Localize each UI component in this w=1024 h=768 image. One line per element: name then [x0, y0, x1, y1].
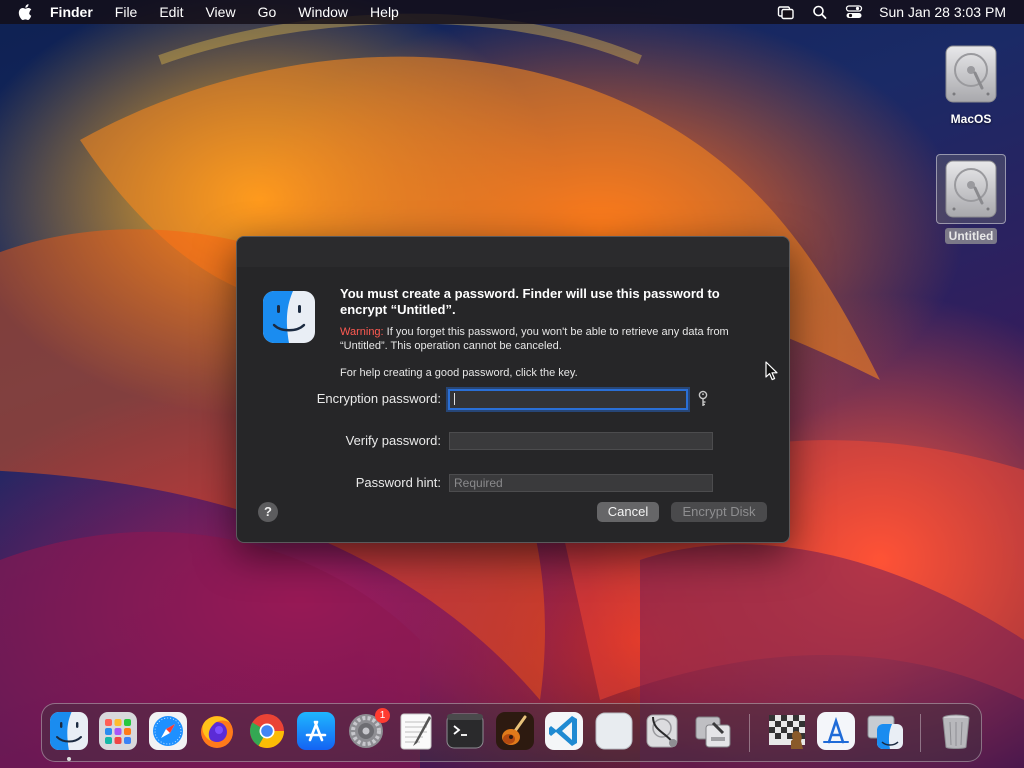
- warning-label: Warning:: [340, 326, 384, 338]
- boot-camp-icon: [695, 716, 731, 748]
- mouse-pointer-icon: [765, 361, 778, 381]
- encrypt-disk-button[interactable]: Encrypt Disk: [671, 502, 767, 522]
- dock-trash[interactable]: [936, 711, 976, 751]
- disk-utility-icon: [646, 714, 678, 748]
- help-button[interactable]: ?: [258, 502, 278, 522]
- dock-separator: [920, 714, 921, 752]
- chrome-icon: [250, 714, 284, 748]
- menu-app-finder[interactable]: Finder: [50, 4, 93, 20]
- desktop-icon-label: Untitled: [944, 228, 998, 244]
- xcode-instruments-icon: [817, 712, 855, 750]
- running-indicator: [67, 757, 71, 761]
- firefox-icon: [201, 716, 233, 748]
- notification-badge: 1: [375, 708, 390, 723]
- menu-go[interactable]: Go: [258, 4, 277, 20]
- verify-password-label: Verify password:: [345, 433, 441, 448]
- text-caret: [454, 393, 455, 405]
- hard-drive-icon: [945, 45, 997, 103]
- launchpad-icon: [99, 712, 137, 750]
- key-icon[interactable]: [696, 390, 710, 408]
- dock-chess[interactable]: [767, 711, 807, 751]
- menu-view[interactable]: View: [205, 4, 235, 20]
- menu-bar: Finder File Edit View Go Window Help Sun…: [0, 0, 1024, 24]
- password-hint-field[interactable]: Required: [449, 474, 713, 492]
- encryption-password-label: Encryption password:: [316, 391, 441, 406]
- selection-highlight: [936, 154, 1006, 224]
- menu-help[interactable]: Help: [370, 4, 399, 20]
- desktop-icon-label: MacOS: [950, 112, 992, 126]
- dock-garageband[interactable]: [495, 711, 535, 751]
- dock-instruments[interactable]: [816, 711, 856, 751]
- dock-finder-folder[interactable]: [865, 711, 905, 751]
- apple-menu-icon[interactable]: [18, 3, 34, 21]
- verify-password-field[interactable]: [449, 432, 713, 450]
- dock-terminal[interactable]: [445, 711, 485, 751]
- spotlight-search-icon[interactable]: [811, 4, 829, 20]
- dock: 1: [41, 703, 982, 762]
- dock-textedit[interactable]: [396, 711, 436, 751]
- vscode-icon: [545, 712, 583, 750]
- dock-safari[interactable]: [148, 711, 188, 751]
- dock-boot-camp[interactable]: [693, 711, 733, 751]
- encryption-password-field[interactable]: [448, 389, 688, 410]
- password-hint-label: Password hint:: [355, 475, 441, 490]
- trash-icon: [942, 714, 970, 749]
- chess-icon: [769, 715, 805, 749]
- blank-app-icon: [595, 712, 633, 750]
- desktop-icon-macos[interactable]: MacOS: [931, 44, 1011, 127]
- safari-icon: [149, 712, 187, 750]
- menu-extras: Sun Jan 28 3:03 PM: [761, 0, 1006, 24]
- dock-app-store[interactable]: [296, 711, 336, 751]
- finder-icon: [263, 291, 315, 343]
- dialog-title-strip: [237, 237, 789, 267]
- dock-blank-app[interactable]: [594, 711, 634, 751]
- finder-icon: [50, 712, 88, 750]
- dock-vscode[interactable]: [544, 711, 584, 751]
- desktop-icon-untitled[interactable]: Untitled: [931, 154, 1011, 244]
- dock-separator: [749, 714, 750, 752]
- password-hint-placeholder: Required: [454, 476, 503, 490]
- warning-text: If you forget this password, you won't b…: [340, 326, 729, 352]
- hard-drive-icon: [945, 160, 997, 218]
- cancel-button[interactable]: Cancel: [597, 502, 659, 522]
- encrypt-password-dialog: You must create a password. Finder will …: [236, 236, 790, 543]
- screen-mirroring-icon[interactable]: [777, 4, 795, 20]
- dock-chrome[interactable]: [247, 711, 287, 751]
- menu-window[interactable]: Window: [298, 4, 348, 20]
- dock-firefox[interactable]: [197, 711, 237, 751]
- control-center-icon[interactable]: [845, 4, 863, 20]
- menu-file[interactable]: File: [115, 4, 138, 20]
- dialog-headline: You must create a password. Finder will …: [340, 286, 720, 317]
- app-store-icon: [297, 712, 335, 750]
- finder-alt-icon: [867, 715, 903, 749]
- dock-disk-utility[interactable]: [643, 711, 683, 751]
- menu-clock[interactable]: Sun Jan 28 3:03 PM: [879, 4, 1006, 20]
- menu-edit[interactable]: Edit: [159, 4, 183, 20]
- garageband-icon: [496, 712, 534, 750]
- dock-finder[interactable]: [49, 711, 89, 751]
- terminal-icon: [446, 713, 484, 749]
- dialog-help-text: For help creating a good password, click…: [340, 367, 578, 379]
- dialog-warning: Warning: If you forget this password, yo…: [340, 325, 760, 353]
- dock-launchpad[interactable]: [98, 711, 138, 751]
- textedit-icon: [400, 713, 432, 750]
